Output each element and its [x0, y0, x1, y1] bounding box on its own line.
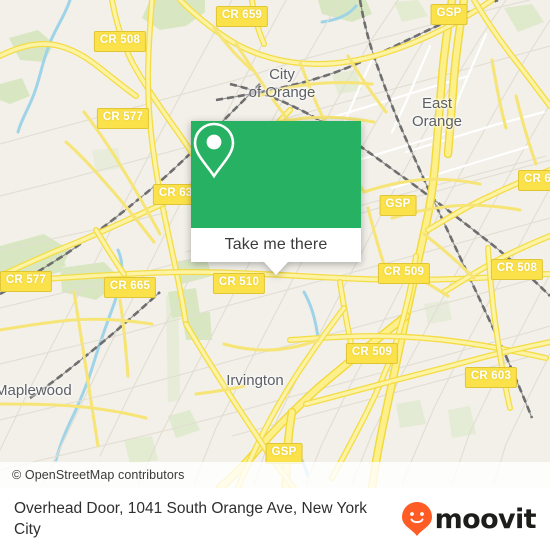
popup-pointer [264, 262, 288, 275]
place-label-line1: City [269, 66, 295, 83]
map-pin-icon [193, 122, 235, 179]
route-shield: CR 603 [464, 366, 518, 388]
route-shield-label: CR 577 [96, 108, 150, 129]
route-shield-label: CR 577 [0, 271, 53, 292]
footer-bar: Overhead Door, 1041 South Orange Ave, Ne… [0, 488, 550, 550]
route-shield-label: GSP [379, 195, 417, 216]
place-label-city-of-orange: City of Orange [249, 66, 316, 102]
popup-header [191, 121, 361, 228]
route-shield: GSP [265, 442, 303, 464]
location-address: Overhead Door, 1041 South Orange Ave, Ne… [14, 500, 368, 538]
route-shield: CR 509 [345, 342, 399, 364]
osm-attribution-bar: © OpenStreetMap contributors [0, 462, 550, 488]
take-me-there-button[interactable]: Take me there [191, 228, 361, 262]
route-shield-label: GSP [430, 4, 468, 25]
route-shield: CR 508 [93, 30, 147, 52]
route-shield: CR 659 [215, 5, 269, 27]
route-shield-label: CR 603 [464, 367, 518, 388]
moovit-logo[interactable]: moovit [401, 502, 550, 536]
route-shield: CR 65 [518, 169, 550, 191]
route-shield-label: CR 510 [212, 273, 266, 294]
route-shield: GSP [430, 3, 468, 25]
route-shield-label: CR 65 [518, 170, 550, 191]
place-label-line2: Orange [411, 113, 463, 130]
route-shield: CR 577 [0, 270, 53, 292]
route-shield-label: CR 509 [345, 343, 399, 364]
place-label-irvington: Irvington [226, 372, 284, 389]
place-label-line1: East [421, 95, 453, 112]
osm-attribution-text: © OpenStreetMap contributors [12, 468, 185, 482]
route-shield-label: CR 508 [490, 259, 544, 280]
route-shield-label: CR 665 [103, 277, 157, 298]
take-me-there-label: Take me there [224, 236, 328, 253]
route-shield: CR 510 [212, 272, 266, 294]
route-shield-label: GSP [265, 443, 303, 464]
route-shield-label: CR 509 [377, 263, 431, 284]
route-shield: CR 577 [96, 107, 150, 129]
place-label-east-orange: East Orange [412, 95, 462, 131]
route-shield: GSP [379, 194, 417, 216]
moovit-wordmark: moovit [434, 503, 537, 535]
route-shield-label: CR 508 [93, 31, 147, 52]
moovit-pin-smiley-icon [401, 502, 432, 536]
location-popup-card[interactable]: Take me there [191, 121, 361, 275]
place-label-line2: of Orange [248, 84, 316, 101]
route-shield: CR 509 [377, 262, 431, 284]
route-shield: CR 665 [103, 276, 157, 298]
map-canvas[interactable]: .bg { fill:#f2f0e9; } .park { fill:#d8e7… [0, 0, 550, 488]
place-label-maplewood: Maplewood [0, 382, 72, 399]
route-shield-label: CR 659 [215, 6, 269, 27]
route-shield: CR 508 [490, 258, 544, 280]
moovit-map-screenshot: .bg { fill:#f2f0e9; } .park { fill:#d8e7… [0, 0, 550, 550]
